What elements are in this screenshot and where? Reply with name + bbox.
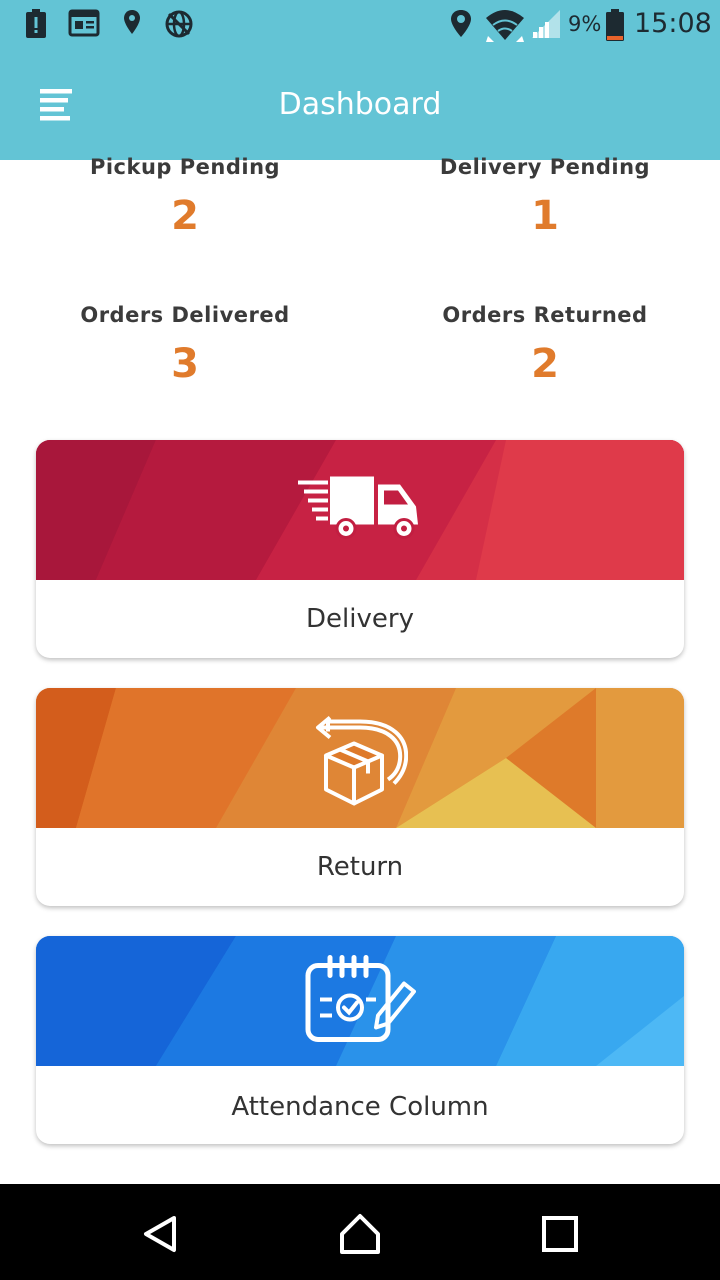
back-icon[interactable]: [138, 1212, 182, 1256]
stat-pickup-pending: Pickup Pending 2: [20, 155, 350, 239]
battery-alert-icon: [24, 8, 48, 45]
stat-value: 2: [171, 193, 199, 239]
app-bar: Dashboard: [0, 50, 720, 160]
status-time: 15:08: [634, 8, 712, 39]
delivery-label: Delivery: [306, 604, 414, 634]
attendance-banner: [36, 936, 684, 1066]
stat-value: 2: [531, 341, 559, 387]
stat-delivery-pending: Delivery Pending 1: [380, 155, 710, 239]
top-bar: 9% 15:08 Dashboard: [0, 0, 720, 160]
page-title: Dashboard: [278, 87, 442, 122]
delivery-banner: [36, 440, 684, 580]
status-bar: 9% 15:08: [0, 0, 720, 50]
stat-label: Pickup Pending: [89, 155, 281, 179]
news-icon: [68, 8, 100, 43]
system-nav-bar: [0, 1184, 720, 1280]
vpn-globe-icon: [163, 8, 195, 45]
stat-value: 1: [531, 193, 559, 239]
attendance-card[interactable]: Attendance Column: [36, 936, 684, 1144]
location-icon: [449, 8, 473, 45]
stat-label: Orders Returned: [442, 303, 648, 327]
stat-orders-returned: Orders Returned 2: [380, 303, 710, 387]
stat-value: 3: [171, 341, 199, 387]
return-banner: [36, 688, 684, 828]
stat-label: Orders Delivered: [80, 303, 290, 327]
delivery-card[interactable]: Delivery: [36, 440, 684, 658]
attendance-calendar-icon: [304, 954, 416, 1049]
home-icon[interactable]: [338, 1212, 382, 1256]
return-box-icon: [312, 704, 409, 813]
return-label: Return: [316, 852, 404, 882]
wifi-icon: [484, 8, 526, 47]
dashboard-screen: 9% 15:08 Dashboard Pickup Pending 2 Deli…: [0, 0, 720, 1280]
stat-orders-delivered: Orders Delivered 3: [20, 303, 350, 387]
battery-icon: [605, 8, 625, 47]
stat-label: Delivery Pending: [439, 155, 651, 179]
delivery-truck-icon: [298, 475, 422, 546]
return-card[interactable]: Return: [36, 688, 684, 906]
battery-percent: 9%: [568, 12, 602, 36]
attendance-label: Attendance Column: [231, 1092, 489, 1122]
location-pin-icon: [122, 8, 142, 43]
signal-icon: [530, 8, 562, 45]
recents-icon[interactable]: [538, 1212, 582, 1256]
